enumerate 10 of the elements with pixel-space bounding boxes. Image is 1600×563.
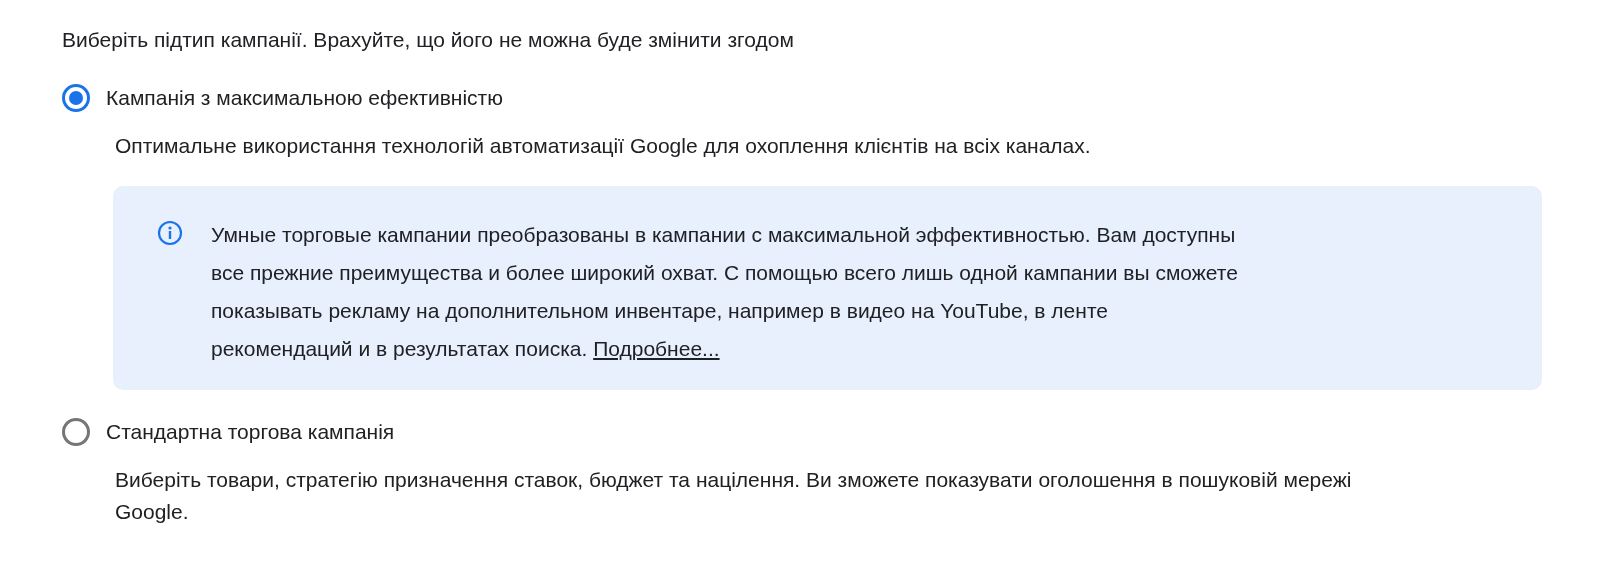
option-description: Оптимальне використання технологій автоматизації Google для охоплення клієнтів на всіх каналах.: [115, 133, 1092, 159]
section-heading: Виберіть підтип кампанії. Врахуйте, що його не можна буде змінити згодом: [62, 28, 795, 52]
info-icon: [157, 220, 183, 246]
notice-text: Умные торговые кампании преобразованы в кампании с максимальной эффективностью. Вам доступны все прежние преимущества и более широкий охват. С помощью всего лишь одной кампании вы сможете показывать рекламу на дополнительном инвентаре, например в видео на YouTube, в ленте рекомендаций и в результатах поиска. Подробнее...: [211, 222, 1239, 362]
learn-more-link[interactable]: Подробнее...: [593, 337, 720, 360]
option-label[interactable]: Стандартна торгова кампанія: [106, 420, 395, 444]
radio-button[interactable]: [62, 84, 90, 112]
option-description: Виберіть товари, стратегію призначення ставок, бюджет та націлення. Ви зможете показувати оголошення в пошуковій мережі Google.: [115, 467, 1353, 525]
option-label[interactable]: Кампанія з максимальною ефективністю: [106, 86, 503, 110]
radio-button[interactable]: [62, 418, 90, 446]
